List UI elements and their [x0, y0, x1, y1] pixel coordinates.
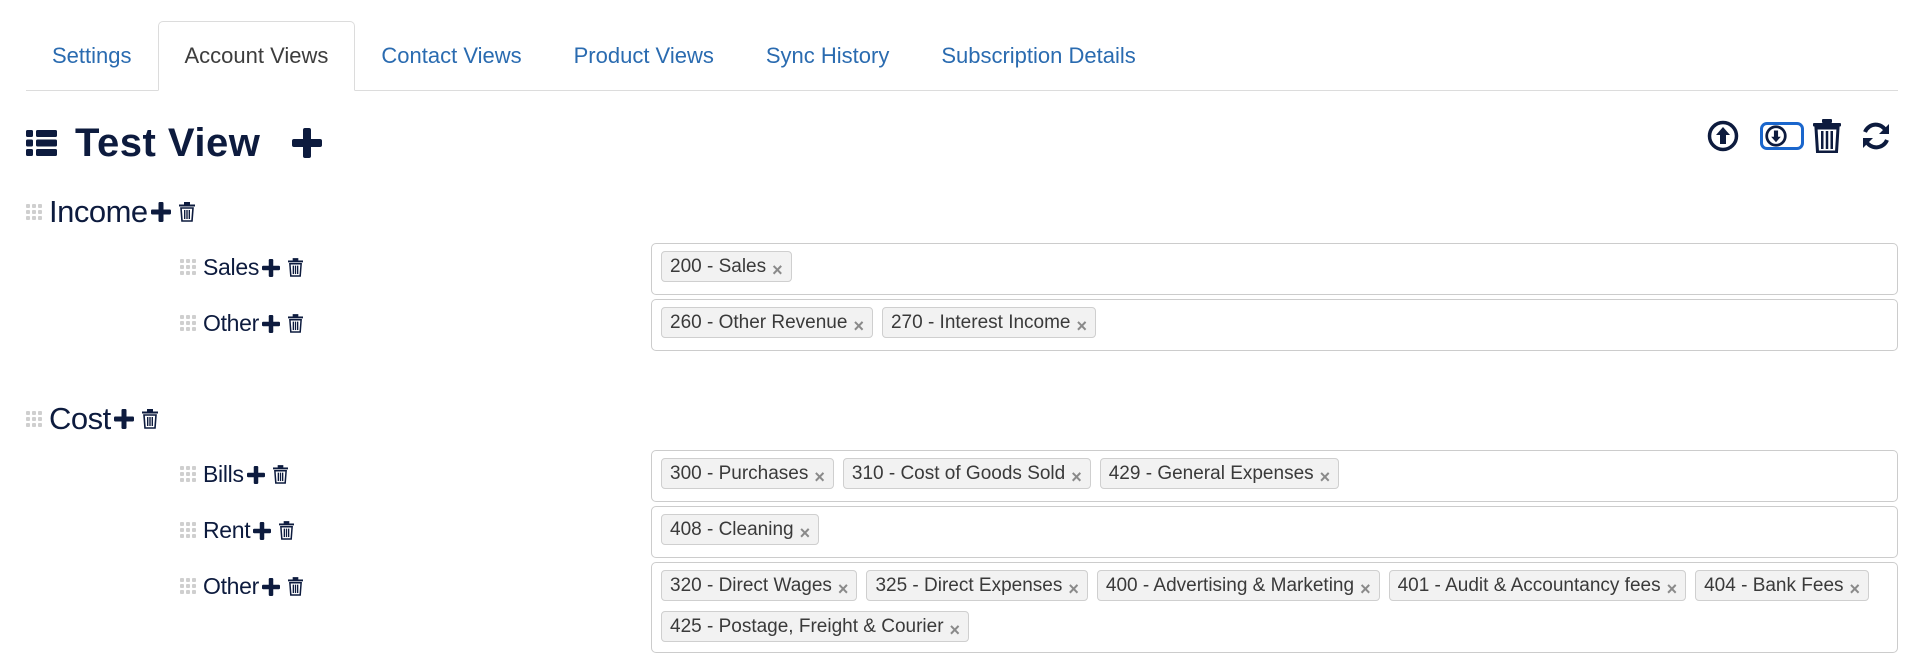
subgroup-name: Other [203, 573, 260, 599]
account-tag: 401 - Audit & Accountancy fees × [1388, 570, 1687, 601]
remove-tag-icon[interactable]: × [1850, 580, 1861, 598]
tag-label: 200 - Sales [670, 255, 767, 277]
download-button[interactable] [1760, 122, 1804, 150]
tag-label: 404 - Bank Fees [1704, 574, 1844, 596]
delete-group-trash-icon[interactable] [141, 409, 158, 429]
add-group-plus-icon[interactable] [292, 128, 323, 158]
drag-handle-icon[interactable] [180, 466, 197, 483]
drag-handle-icon[interactable] [26, 203, 43, 221]
delete-trash-icon[interactable] [279, 521, 295, 540]
tab-product-views[interactable]: Product Views [548, 21, 740, 90]
delete-trash-icon[interactable] [272, 465, 288, 484]
refresh-button[interactable] [1858, 118, 1894, 154]
remove-tag-icon[interactable]: × [838, 580, 849, 598]
subgroup-row: Other [180, 573, 304, 600]
subgroup-row: Sales [180, 254, 304, 281]
delete-trash-icon[interactable] [288, 577, 304, 596]
remove-tag-icon[interactable]: × [800, 524, 811, 542]
tag-label: 320 - Direct Wages [670, 574, 832, 596]
remove-tag-icon[interactable]: × [1360, 580, 1371, 598]
group-header-income: Income [26, 194, 195, 230]
account-tag: 404 - Bank Fees × [1695, 570, 1870, 601]
add-subgroup-plus-icon[interactable] [150, 202, 171, 222]
account-tag: 200 - Sales × [661, 251, 792, 282]
account-tag: 408 - Cleaning × [661, 514, 820, 545]
drag-handle-icon[interactable] [180, 578, 197, 595]
account-tag: 400 - Advertising & Marketing × [1096, 570, 1380, 601]
subgroup-name: Sales [203, 254, 260, 280]
account-tag: 270 - Interest Income × [881, 307, 1097, 338]
delete-group-trash-icon[interactable] [178, 202, 195, 222]
delete-view-button[interactable] [1812, 118, 1842, 154]
subgroup-name: Rent [203, 517, 251, 543]
account-tag: 320 - Direct Wages × [661, 570, 858, 601]
remove-tag-icon[interactable]: × [1320, 468, 1331, 486]
tag-label: 310 - Cost of Goods Sold [851, 462, 1066, 484]
remove-tag-icon[interactable]: × [853, 317, 864, 335]
tag-label: 260 - Other Revenue [670, 311, 848, 333]
remove-tag-icon[interactable]: × [772, 261, 783, 279]
tab-subscription-details[interactable]: Subscription Details [915, 21, 1161, 90]
subgroup-name: Bills [203, 461, 244, 487]
group-name: Income [49, 194, 148, 229]
account-tag: 310 - Cost of Goods Sold × [842, 458, 1091, 489]
subgroup-name: Other [203, 310, 260, 336]
add-plus-icon[interactable] [262, 258, 281, 277]
remove-tag-icon[interactable]: × [1077, 317, 1088, 335]
refresh-icon [1863, 122, 1889, 150]
tab-contact-views[interactable]: Contact Views [355, 21, 547, 90]
arrow-circle-up-icon [1707, 120, 1739, 152]
tag-label: 408 - Cleaning [670, 518, 794, 540]
account-tag: 300 - Purchases × [661, 458, 834, 489]
arrow-circle-down-icon [1765, 125, 1787, 147]
account-tag: 429 - General Expenses × [1099, 458, 1340, 489]
group-name: Cost [49, 401, 111, 436]
tab-settings[interactable]: Settings [26, 21, 158, 90]
delete-trash-icon[interactable] [288, 314, 304, 333]
view-header: Test View [26, 118, 323, 168]
list-icon [26, 130, 57, 156]
add-plus-icon[interactable] [246, 465, 265, 484]
tag-label: 325 - Direct Expenses [875, 574, 1063, 596]
account-tag: 260 - Other Revenue × [661, 307, 873, 338]
delete-trash-icon[interactable] [288, 258, 304, 277]
remove-tag-icon[interactable]: × [950, 621, 961, 639]
account-tag-input[interactable]: 260 - Other Revenue × 270 - Interest Inco… [651, 299, 1898, 351]
group-header-cost: Cost [26, 401, 158, 437]
remove-tag-icon[interactable]: × [814, 468, 825, 486]
trash-icon [1813, 119, 1841, 153]
account-tag-input[interactable]: 320 - Direct Wages × 325 - Direct Expense… [651, 562, 1898, 653]
subgroup-row: Other [180, 310, 304, 337]
tab-sync-history[interactable]: Sync History [740, 21, 915, 90]
account-tag-input[interactable]: 200 - Sales × [651, 243, 1898, 295]
upload-button[interactable] [1706, 118, 1740, 154]
view-title: Test View [75, 120, 261, 165]
subgroup-row: Rent [180, 517, 295, 544]
add-plus-icon[interactable] [253, 521, 272, 540]
tag-label: 425 - Postage, Freight & Courier [670, 615, 944, 637]
add-subgroup-plus-icon[interactable] [113, 409, 134, 429]
remove-tag-icon[interactable]: × [1068, 580, 1079, 598]
tag-label: 400 - Advertising & Marketing [1105, 574, 1355, 596]
remove-tag-icon[interactable]: × [1071, 468, 1082, 486]
drag-handle-icon[interactable] [180, 522, 197, 539]
add-plus-icon[interactable] [262, 577, 281, 596]
tab-account-views[interactable]: Account Views [157, 21, 356, 91]
tag-label: 429 - General Expenses [1108, 462, 1314, 484]
drag-handle-icon[interactable] [180, 315, 197, 332]
account-tag-input[interactable]: 300 - Purchases × 310 - Cost of Goods Sol… [651, 450, 1898, 502]
account-tag: 425 - Postage, Freight & Courier × [661, 611, 970, 642]
add-plus-icon[interactable] [262, 314, 281, 333]
subgroup-row: Bills [180, 461, 288, 488]
view-actions [1706, 118, 1894, 154]
tag-label: 300 - Purchases [670, 462, 809, 484]
tab-bar: Settings Account Views Contact Views Pro… [26, 21, 1898, 91]
tag-label: 401 - Audit & Accountancy fees [1397, 574, 1661, 596]
remove-tag-icon[interactable]: × [1667, 580, 1678, 598]
account-tag-input[interactable]: 408 - Cleaning × [651, 506, 1898, 558]
drag-handle-icon[interactable] [180, 259, 197, 276]
tag-label: 270 - Interest Income [890, 311, 1071, 333]
account-tag: 325 - Direct Expenses × [866, 570, 1088, 601]
drag-handle-icon[interactable] [26, 410, 43, 428]
